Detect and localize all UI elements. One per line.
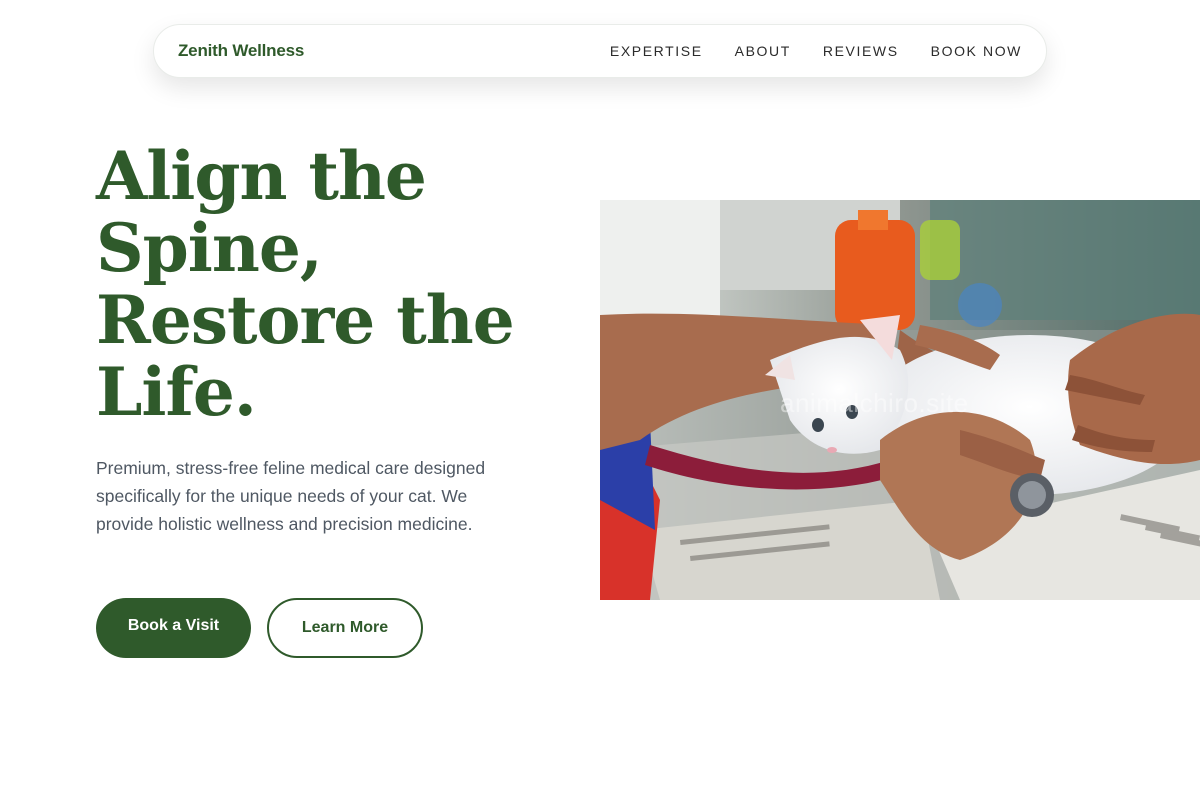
top-navigation: Zenith Wellness EXPERTISE ABOUT REVIEWS … bbox=[153, 24, 1047, 78]
nav-link-about[interactable]: ABOUT bbox=[735, 43, 791, 59]
hero-title-line-2: Spine, bbox=[96, 209, 323, 287]
hero-title-line-1: Align the bbox=[96, 137, 427, 215]
book-a-visit-button[interactable]: Book a Visit bbox=[96, 598, 251, 658]
nav-links: EXPERTISE ABOUT REVIEWS BOOK NOW bbox=[610, 43, 1022, 59]
brand-logo[interactable]: Zenith Wellness bbox=[178, 41, 304, 61]
nav-link-reviews[interactable]: REVIEWS bbox=[823, 43, 899, 59]
hero-title: Align the Spine, Restore the Life. bbox=[96, 140, 576, 428]
hero-subtitle: Premium, stress-free feline medical care… bbox=[96, 458, 486, 534]
nav-link-expertise[interactable]: EXPERTISE bbox=[610, 43, 703, 59]
image-watermark: animalchiro.site bbox=[780, 388, 969, 418]
nav-link-book-now[interactable]: BOOK NOW bbox=[931, 43, 1022, 59]
hero-title-line-4: Life. bbox=[96, 353, 257, 431]
hero-title-line-3: Restore the bbox=[96, 281, 515, 359]
learn-more-button[interactable]: Learn More bbox=[267, 598, 423, 658]
